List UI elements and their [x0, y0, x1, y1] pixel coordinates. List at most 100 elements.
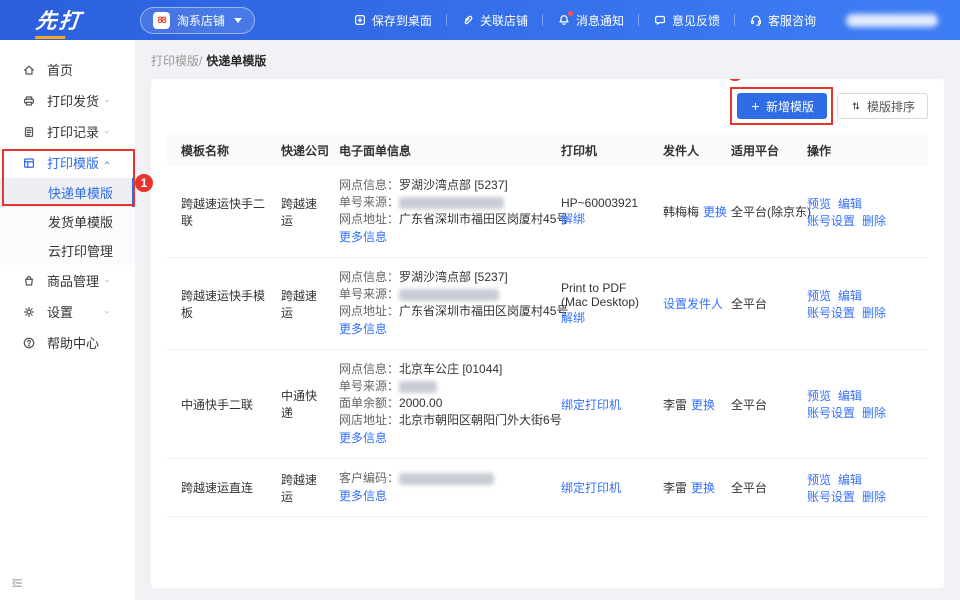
account-name-redacted[interactable]	[846, 13, 938, 27]
topbar-menu: 保存到桌面 关联店铺 消息通知 意见反馈 客服咨询	[339, 11, 830, 29]
sort-icon	[850, 100, 862, 112]
bind-printer-link[interactable]: 绑定打印机	[561, 398, 621, 412]
change-sender-link[interactable]: 更换	[703, 205, 727, 219]
op-account-settings-link[interactable]: 账号设置	[807, 406, 855, 420]
sidebar-item-print-templates[interactable]: 打印模版	[0, 147, 135, 178]
printer-name: Print to PDF (Mac Desktop)	[561, 281, 640, 309]
change-sender-link[interactable]: 更换	[691, 398, 715, 412]
table-row: 中通快手二联 中通快递 网点信息： 北京车公庄 [01044] 单号来源： 面单余额：…	[167, 349, 928, 459]
sidebar-subitem-express-template[interactable]: 快递单模版	[0, 178, 135, 207]
chevron-up-icon	[102, 158, 112, 168]
main-content: 打印模版/快递单模版 新增模版 2 点击新增模版 模版排序	[135, 40, 960, 600]
topbar-item-link-shops[interactable]: 关联店铺	[447, 12, 542, 29]
op-preview-link[interactable]: 预览	[807, 473, 831, 487]
op-edit-link[interactable]: 编辑	[838, 389, 862, 403]
sidebar-subitem-cloud-print[interactable]: 云打印管理	[0, 236, 135, 265]
table-row: 跨越速运快手模板 跨越速运 网点信息： 罗湖沙湾点部 [5237] 单号来源： 网点地…	[167, 257, 928, 350]
topbar-item-label: 关联店铺	[479, 13, 528, 28]
collapse-sidebar-icon[interactable]	[10, 576, 24, 590]
express-company: 跨越速运	[273, 257, 331, 350]
op-account-settings-link[interactable]: 账号设置	[807, 214, 855, 228]
topbar-item-label: 意见反馈	[671, 13, 720, 28]
waybill-info-line: 单号来源：	[339, 194, 545, 211]
sidebar-subitem-shipping-template[interactable]: 发货单模版	[0, 207, 135, 236]
goods-icon	[22, 274, 36, 288]
column-header-0: 模板名称	[167, 135, 273, 166]
op-preview-link[interactable]: 预览	[807, 197, 831, 211]
topbar-item-label: 客服咨询	[767, 13, 816, 28]
topbar-item-save-to-desktop[interactable]: 保存到桌面	[339, 12, 446, 29]
topbar-item-notifications[interactable]: 消息通知	[543, 11, 638, 29]
op-delete-link[interactable]: 删除	[862, 490, 886, 504]
sidebar-item-help[interactable]: 帮助中心	[0, 327, 135, 358]
waybill-info-value: 广东省深圳市福田区岗厦村45号	[399, 212, 569, 226]
sidebar-item-print-ship[interactable]: 打印发货	[0, 85, 135, 116]
op-delete-link[interactable]: 删除	[862, 306, 886, 320]
operations-cell: 预览 编辑账号设置 删除	[799, 349, 928, 459]
home-icon	[22, 63, 36, 77]
more-info-link[interactable]: 更多信息	[339, 321, 387, 338]
bind-printer-link[interactable]: 绑定打印机	[561, 481, 621, 495]
platform-cell: 全平台(除京东)	[723, 166, 811, 258]
topbar-item-customer-service[interactable]: 客服咨询	[735, 12, 830, 29]
printer-icon	[22, 94, 36, 108]
express-company: 中通快递	[273, 349, 331, 459]
set-sender-link[interactable]: 设置发件人	[663, 297, 723, 311]
waybill-info-value: 广东省深圳市福田区岗厦村45号	[399, 304, 569, 318]
sidebar-item-home[interactable]: 首页	[0, 54, 135, 85]
redacted-value	[399, 380, 438, 393]
sidebar-item-print-records[interactable]: 打印记录	[0, 116, 135, 147]
add-template-button[interactable]: 新增模版	[736, 93, 827, 119]
sidebar-nav: 首页 打印发货 打印记录 打印模版 快递单模版发货单模版云打印管理 商品管理 设置 帮助中心	[0, 54, 135, 358]
topbar: 先打 88 淘系店铺 保存到桌面 关联店铺 消息通知 意见反馈 客服咨询	[0, 0, 960, 40]
op-edit-link[interactable]: 编辑	[838, 197, 862, 211]
change-sender-link[interactable]: 更换	[691, 481, 715, 495]
headset-icon	[749, 13, 763, 27]
waybill-info-line: 网点信息： 罗湖沙湾点部 [5237]	[339, 270, 508, 284]
more-info-link[interactable]: 更多信息	[339, 488, 387, 505]
sender-cell: 李雷 更换	[655, 458, 723, 517]
sidebar-subitem-label: 发货单模版	[48, 215, 114, 230]
op-preview-link[interactable]: 预览	[807, 289, 831, 303]
waybill-info-line: 网点地址： 广东省深圳市福田区岗厦村45号	[339, 212, 569, 226]
topbar-item-feedback[interactable]: 意见反馈	[639, 12, 734, 29]
more-info-link[interactable]: 更多信息	[339, 229, 387, 246]
sidebar-item-goods[interactable]: 商品管理	[0, 265, 135, 296]
waybill-info-line: 网点信息： 罗湖沙湾点部 [5237]	[339, 178, 508, 192]
op-edit-link[interactable]: 编辑	[838, 289, 862, 303]
templates-table: 模板名称 快递公司 电子面单信息 打印机 发件人 适用平台 操作 跨越速运快手二联 跨越速运…	[167, 135, 928, 517]
waybill-info-cell: 网点信息： 罗湖沙湾点部 [5237] 单号来源： 网点地址： 广东省深圳市福田区岗厦村…	[331, 166, 569, 258]
chevron-down-icon	[102, 96, 112, 106]
breadcrumb-parent[interactable]: 打印模版/	[151, 54, 202, 68]
op-delete-link[interactable]: 删除	[862, 406, 886, 420]
printer-cell: Print to PDF (Mac Desktop) 解绑	[553, 257, 655, 350]
sidebar-item-settings[interactable]: 设置	[0, 296, 135, 327]
platform-cell: 全平台	[723, 349, 799, 459]
template-name: 跨越速运快手模板	[167, 257, 273, 350]
printer-cell: 绑定打印机	[553, 458, 655, 517]
waybill-info-line: 客户编码：	[339, 470, 545, 487]
waybill-info-value: 罗湖沙湾点部 [5237]	[399, 178, 508, 192]
save-desktop-icon	[353, 13, 367, 27]
template-name: 跨越速运快手二联	[167, 166, 273, 258]
store-selector[interactable]: 88 淘系店铺	[140, 6, 256, 34]
printer-name: HP~60003921	[561, 196, 639, 210]
op-account-settings-link[interactable]: 账号设置	[807, 490, 855, 504]
topbar-item-label: 消息通知	[575, 13, 624, 28]
op-preview-link[interactable]: 预览	[807, 389, 831, 403]
unbind-printer-link[interactable]: 解绑	[561, 311, 585, 325]
op-delete-link[interactable]: 删除	[862, 214, 886, 228]
waybill-info-line: 面单余额： 2000.00	[339, 396, 443, 410]
op-account-settings-link[interactable]: 账号设置	[807, 306, 855, 320]
more-info-link[interactable]: 更多信息	[339, 430, 387, 447]
waybill-info-line: 单号来源：	[339, 286, 545, 303]
column-header-4: 发件人	[655, 135, 723, 166]
redacted-value	[399, 196, 505, 209]
table-row: 跨越速运直连 跨越速运 客户编码： 更多信息 绑定打印机 李雷 更换 全平台 预览编…	[167, 458, 928, 517]
plus-icon	[750, 101, 761, 112]
unbind-printer-link[interactable]: 解绑	[561, 212, 585, 226]
sort-templates-button[interactable]: 模版排序	[836, 93, 928, 119]
redacted-value	[399, 472, 495, 485]
op-edit-link[interactable]: 编辑	[838, 473, 862, 487]
template-name: 跨越速运直连	[167, 458, 273, 517]
